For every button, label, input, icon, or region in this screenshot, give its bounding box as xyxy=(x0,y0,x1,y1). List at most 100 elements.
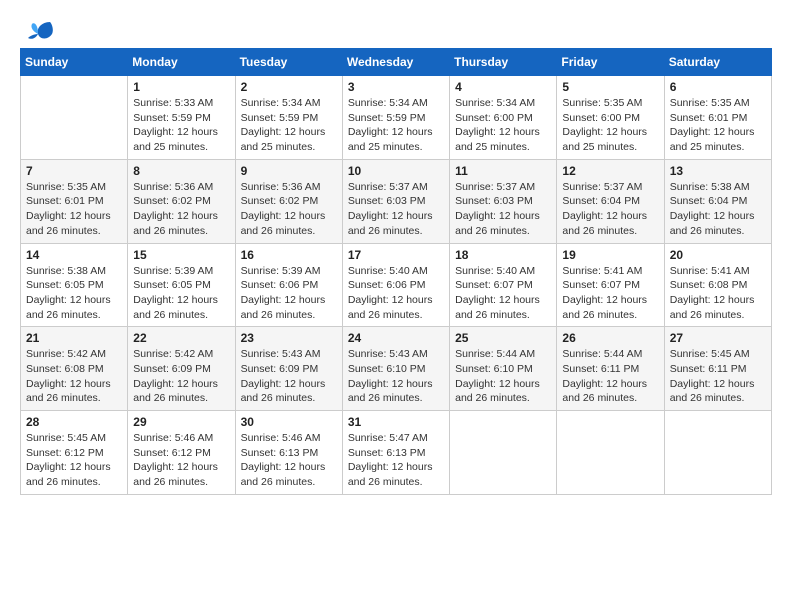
day-number: 15 xyxy=(133,248,229,262)
day-number: 18 xyxy=(455,248,551,262)
day-number: 4 xyxy=(455,80,551,94)
day-number: 26 xyxy=(562,331,658,345)
calendar-cell: 8 Sunrise: 5:36 AM Sunset: 6:02 PM Daylig… xyxy=(128,159,235,243)
day-info: Sunrise: 5:36 AM Sunset: 6:02 PM Dayligh… xyxy=(133,180,229,239)
day-number: 27 xyxy=(670,331,766,345)
day-number: 14 xyxy=(26,248,122,262)
calendar-cell: 31 Sunrise: 5:47 AM Sunset: 6:13 PM Dayli… xyxy=(342,411,449,495)
day-info: Sunrise: 5:35 AM Sunset: 6:01 PM Dayligh… xyxy=(670,96,766,155)
day-info: Sunrise: 5:45 AM Sunset: 6:11 PM Dayligh… xyxy=(670,347,766,406)
calendar-week-row: 28 Sunrise: 5:45 AM Sunset: 6:12 PM Dayli… xyxy=(21,411,772,495)
day-info: Sunrise: 5:37 AM Sunset: 6:03 PM Dayligh… xyxy=(348,180,444,239)
day-number: 16 xyxy=(241,248,337,262)
day-number: 17 xyxy=(348,248,444,262)
day-info: Sunrise: 5:34 AM Sunset: 6:00 PM Dayligh… xyxy=(455,96,551,155)
day-number: 1 xyxy=(133,80,229,94)
calendar-cell: 24 Sunrise: 5:43 AM Sunset: 6:10 PM Dayli… xyxy=(342,327,449,411)
calendar-cell: 15 Sunrise: 5:39 AM Sunset: 6:05 PM Dayli… xyxy=(128,243,235,327)
day-info: Sunrise: 5:41 AM Sunset: 6:07 PM Dayligh… xyxy=(562,264,658,323)
day-number: 22 xyxy=(133,331,229,345)
day-of-week-header: Thursday xyxy=(450,49,557,76)
calendar-cell: 25Sunrise: 5:44 AM Sunset: 6:10 PM Dayli… xyxy=(450,327,557,411)
calendar-cell: 1 Sunrise: 5:33 AM Sunset: 5:59 PM Daylig… xyxy=(128,76,235,160)
day-number: 5 xyxy=(562,80,658,94)
calendar-table: SundayMondayTuesdayWednesdayThursdayFrid… xyxy=(20,48,772,495)
day-number: 2 xyxy=(241,80,337,94)
day-number: 12 xyxy=(562,164,658,178)
calendar-cell: 30 Sunrise: 5:46 AM Sunset: 6:13 PM Dayli… xyxy=(235,411,342,495)
calendar-cell: 27 Sunrise: 5:45 AM Sunset: 6:11 PM Dayli… xyxy=(664,327,771,411)
day-number: 24 xyxy=(348,331,444,345)
day-info: Sunrise: 5:43 AM Sunset: 6:09 PM Dayligh… xyxy=(241,347,337,406)
day-of-week-header: Wednesday xyxy=(342,49,449,76)
calendar-week-row: 14 Sunrise: 5:38 AM Sunset: 6:05 PM Dayli… xyxy=(21,243,772,327)
day-info: Sunrise: 5:40 AM Sunset: 6:06 PM Dayligh… xyxy=(348,264,444,323)
calendar-cell: 6 Sunrise: 5:35 AM Sunset: 6:01 PM Daylig… xyxy=(664,76,771,160)
day-info: Sunrise: 5:37 AM Sunset: 6:03 PM Dayligh… xyxy=(455,180,551,239)
calendar-cell: 20 Sunrise: 5:41 AM Sunset: 6:08 PM Dayli… xyxy=(664,243,771,327)
day-number: 8 xyxy=(133,164,229,178)
day-of-week-header: Sunday xyxy=(21,49,128,76)
day-info: Sunrise: 5:41 AM Sunset: 6:08 PM Dayligh… xyxy=(670,264,766,323)
day-info: Sunrise: 5:42 AM Sunset: 6:08 PM Dayligh… xyxy=(26,347,122,406)
calendar-cell: 9Sunrise: 5:36 AM Sunset: 6:02 PM Daylig… xyxy=(235,159,342,243)
day-info: Sunrise: 5:43 AM Sunset: 6:10 PM Dayligh… xyxy=(348,347,444,406)
calendar-cell: 13Sunrise: 5:38 AM Sunset: 6:04 PM Dayli… xyxy=(664,159,771,243)
calendar-cell: 7 Sunrise: 5:35 AM Sunset: 6:01 PM Daylig… xyxy=(21,159,128,243)
day-info: Sunrise: 5:38 AM Sunset: 6:04 PM Dayligh… xyxy=(670,180,766,239)
day-info: Sunrise: 5:44 AM Sunset: 6:10 PM Dayligh… xyxy=(455,347,551,406)
day-number: 6 xyxy=(670,80,766,94)
logo-bird-icon xyxy=(22,20,54,44)
calendar-cell: 12Sunrise: 5:37 AM Sunset: 6:04 PM Dayli… xyxy=(557,159,664,243)
day-number: 21 xyxy=(26,331,122,345)
calendar-cell: 4 Sunrise: 5:34 AM Sunset: 6:00 PM Daylig… xyxy=(450,76,557,160)
day-info: Sunrise: 5:39 AM Sunset: 6:06 PM Dayligh… xyxy=(241,264,337,323)
calendar-week-row: 1 Sunrise: 5:33 AM Sunset: 5:59 PM Daylig… xyxy=(21,76,772,160)
calendar-week-row: 7 Sunrise: 5:35 AM Sunset: 6:01 PM Daylig… xyxy=(21,159,772,243)
calendar-cell: 14 Sunrise: 5:38 AM Sunset: 6:05 PM Dayli… xyxy=(21,243,128,327)
day-info: Sunrise: 5:46 AM Sunset: 6:13 PM Dayligh… xyxy=(241,431,337,490)
calendar-cell: 22 Sunrise: 5:42 AM Sunset: 6:09 PM Dayli… xyxy=(128,327,235,411)
calendar-cell: 11 Sunrise: 5:37 AM Sunset: 6:03 PM Dayli… xyxy=(450,159,557,243)
day-of-week-header: Tuesday xyxy=(235,49,342,76)
day-info: Sunrise: 5:35 AM Sunset: 6:01 PM Dayligh… xyxy=(26,180,122,239)
day-info: Sunrise: 5:38 AM Sunset: 6:05 PM Dayligh… xyxy=(26,264,122,323)
day-number: 20 xyxy=(670,248,766,262)
calendar-cell: 2Sunrise: 5:34 AM Sunset: 5:59 PM Daylig… xyxy=(235,76,342,160)
calendar-cell: 29Sunrise: 5:46 AM Sunset: 6:12 PM Dayli… xyxy=(128,411,235,495)
day-number: 7 xyxy=(26,164,122,178)
day-number: 9 xyxy=(241,164,337,178)
calendar-cell xyxy=(450,411,557,495)
day-info: Sunrise: 5:44 AM Sunset: 6:11 PM Dayligh… xyxy=(562,347,658,406)
day-info: Sunrise: 5:47 AM Sunset: 6:13 PM Dayligh… xyxy=(348,431,444,490)
day-number: 11 xyxy=(455,164,551,178)
day-of-week-header: Friday xyxy=(557,49,664,76)
day-number: 10 xyxy=(348,164,444,178)
day-number: 30 xyxy=(241,415,337,429)
calendar-cell: 21 Sunrise: 5:42 AM Sunset: 6:08 PM Dayli… xyxy=(21,327,128,411)
day-info: Sunrise: 5:33 AM Sunset: 5:59 PM Dayligh… xyxy=(133,96,229,155)
day-info: Sunrise: 5:40 AM Sunset: 6:07 PM Dayligh… xyxy=(455,264,551,323)
page-header xyxy=(20,20,772,40)
day-number: 23 xyxy=(241,331,337,345)
day-number: 28 xyxy=(26,415,122,429)
day-info: Sunrise: 5:39 AM Sunset: 6:05 PM Dayligh… xyxy=(133,264,229,323)
calendar-cell: 28 Sunrise: 5:45 AM Sunset: 6:12 PM Dayli… xyxy=(21,411,128,495)
day-number: 29 xyxy=(133,415,229,429)
logo xyxy=(20,20,54,40)
day-info: Sunrise: 5:45 AM Sunset: 6:12 PM Dayligh… xyxy=(26,431,122,490)
calendar-cell: 17 Sunrise: 5:40 AM Sunset: 6:06 PM Dayli… xyxy=(342,243,449,327)
calendar-week-row: 21 Sunrise: 5:42 AM Sunset: 6:08 PM Dayli… xyxy=(21,327,772,411)
calendar-cell xyxy=(21,76,128,160)
day-info: Sunrise: 5:42 AM Sunset: 6:09 PM Dayligh… xyxy=(133,347,229,406)
calendar-cell: 26 Sunrise: 5:44 AM Sunset: 6:11 PM Dayli… xyxy=(557,327,664,411)
day-of-week-header: Saturday xyxy=(664,49,771,76)
calendar-cell: 3Sunrise: 5:34 AM Sunset: 5:59 PM Daylig… xyxy=(342,76,449,160)
calendar-cell: 10 Sunrise: 5:37 AM Sunset: 6:03 PM Dayli… xyxy=(342,159,449,243)
calendar-cell: 16 Sunrise: 5:39 AM Sunset: 6:06 PM Dayli… xyxy=(235,243,342,327)
day-number: 31 xyxy=(348,415,444,429)
day-of-week-header: Monday xyxy=(128,49,235,76)
calendar-header-row: SundayMondayTuesdayWednesdayThursdayFrid… xyxy=(21,49,772,76)
calendar-cell xyxy=(557,411,664,495)
calendar-cell: 23 Sunrise: 5:43 AM Sunset: 6:09 PM Dayli… xyxy=(235,327,342,411)
